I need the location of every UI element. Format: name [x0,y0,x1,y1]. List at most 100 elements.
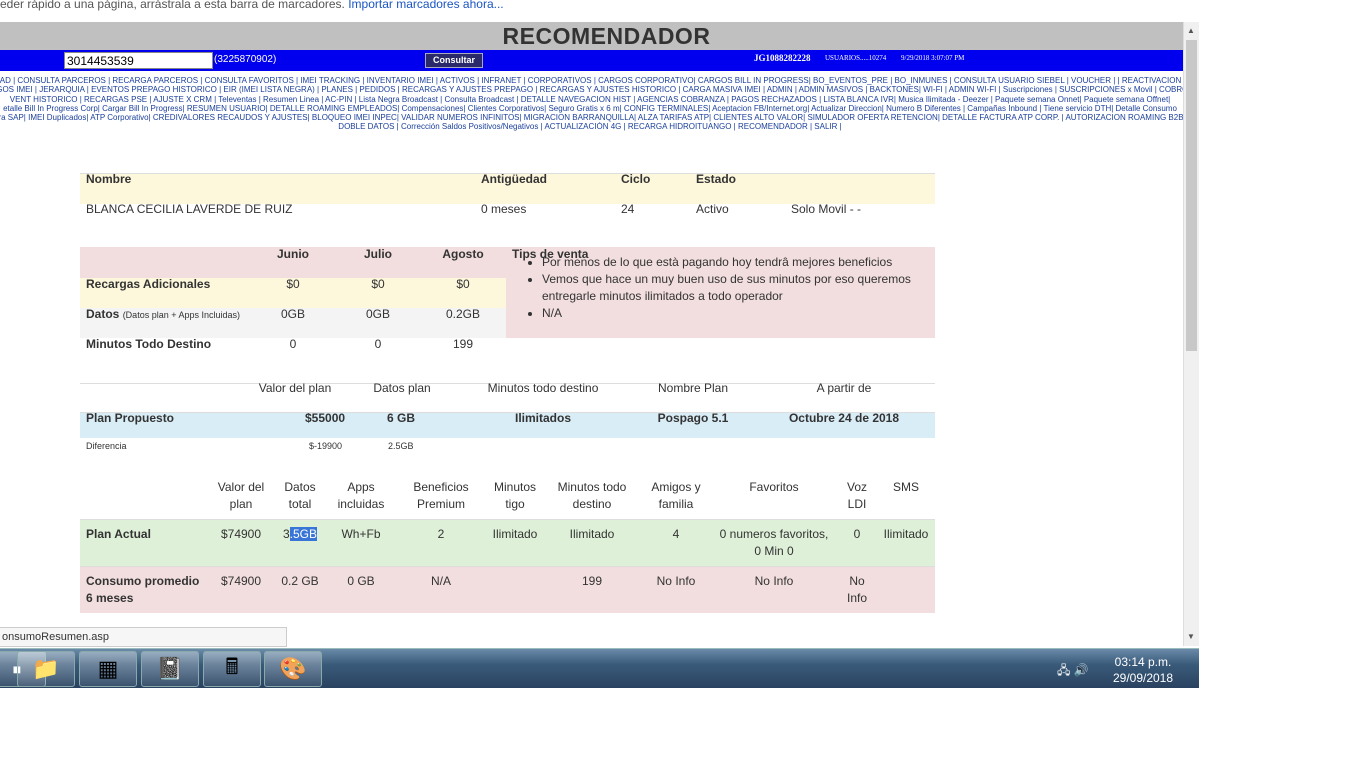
nav-link-row[interactable]: era SAP| IMEI Duplicados| ATP Corporativ… [0,113,1183,122]
difference-label: Diferencia [86,441,127,451]
datos-value: 0GB [365,307,390,321]
col-header-tigo-1: Minutos [493,480,537,494]
user-id: JG1088282228 [754,53,811,63]
col-header-plan-value: Valor del plan [258,381,332,395]
col-header-value: Valor del plan [212,479,270,513]
current-plan-value: $74900 [220,527,262,541]
system-clock[interactable]: 03:14 p.m. 29/09/2018 [1103,654,1183,686]
scroll-down-icon[interactable]: ▼ [1187,632,1195,641]
col-header-plan-name: Nombre Plan [657,381,729,395]
col-header-plan-minutes: Minutos todo destino [487,381,599,395]
nav-link-row[interactable]: etalle Bill In Progress Corp| Cargar Bil… [0,104,1183,113]
current-plan-all: Ilimitado [569,527,615,541]
current-plan-label: Plan Actual [86,527,151,541]
average-value: $74900 [220,574,262,588]
col-header-premium-1: Beneficios [413,480,469,494]
clock-time: 03:14 p.m. [1114,655,1172,669]
datos-value: 0GB [280,307,305,321]
consult-button[interactable]: Consultar [425,53,483,68]
current-plan-apps: Wh+Fb [341,527,381,541]
current-plan-family: 4 [672,527,680,541]
proposed-plan-data: 6 GB [387,411,416,425]
col-header-all: Minutos todo destino [551,479,633,513]
clock-date: 29/09/2018 [1112,671,1174,685]
col-header-sms: SMS [892,480,919,494]
alternate-phone: (3225870902) [214,54,277,65]
proposed-plan-label: Plan Propuesto [86,411,175,425]
datos-value: 0.2GB [445,307,481,321]
nav-link-row[interactable]: VENT HISTORICO | RECARGAS PSE | AJUSTE X… [0,95,1183,104]
customer-name: BLANCA CECILIA LAVERDE DE RUIZ [86,202,293,216]
col-header-family-2: familia [658,497,694,511]
network-icon[interactable]: 🖧 [1057,663,1070,677]
current-plan-ldi: 0 [853,527,861,541]
col-header-value-1: Valor del [217,480,265,494]
notes-button[interactable]: 📓 [141,651,199,687]
volume-icon[interactable]: 🔊 [1074,663,1089,677]
scroll-thumb[interactable] [1186,40,1197,351]
col-header-tigo: Minutos tigo [488,479,542,513]
recargas-value: $0 [371,277,385,291]
average-favorites: No Info [754,574,794,588]
user-count: USUARIOS.....10274 [825,54,887,62]
col-header-apps-2: incluidas [337,497,385,511]
minutos-value: 199 [452,337,474,351]
col-header-all-2: destino [572,497,612,511]
month-header: Agosto [442,247,484,261]
average-apps: 0 GB [347,574,375,588]
col-header-plan-data: Datos plan [373,381,431,395]
customer-status: Activo [696,202,729,216]
import-bookmarks-link[interactable]: Importar marcadores ahora... [348,0,503,11]
average-label-1: Consumo promedio [86,574,200,588]
usage-table: Junio Julio Agosto Tips de venta Recarga… [80,220,935,351]
current-plan-table: Valor del plan Datos total Apps incluidas B… [80,466,935,616]
datos-label: Datos (Datos plan + Apps Incluidas) [86,307,240,321]
minutos-label: Minutos Todo Destino [86,337,212,351]
month-header: Junio [277,247,309,261]
proposed-plan-from: Octubre 24 de 2018 [788,411,900,425]
session-datetime: 9/29/2018 3:07:07 PM [901,54,965,62]
vertical-scrollbar[interactable]: ▲ ▼ [1183,22,1199,646]
scroll-up-icon[interactable]: ▲ [1187,26,1195,35]
col-header-plan-from: A partir de [816,381,872,395]
customer-table: Nombre Antigüedad Ciclo Estado BLANCA CE… [80,146,935,216]
proposed-plan-value: $55000 [305,411,346,425]
col-header-premium: Beneficios Premium [406,479,476,513]
proposed-plan-minutes: Ilimitados [514,411,571,425]
col-header-data-1: Datos [284,480,316,494]
datos-sublabel: (Datos plan + Apps Incluidas) [122,310,241,320]
average-ldi-2: Info [846,591,867,605]
bookmark-hint: eder rápido a una página, arrástrala a e… [0,0,504,13]
nav-link-row[interactable]: IGOS IMEI | JERARQUIA | EVENTOS PREPAGO … [0,85,1183,94]
average-ldi-1: No [849,574,865,588]
col-header-data-2: total [288,497,312,511]
datos-label-text: Datos [86,307,120,321]
current-plan-premium: 2 [437,527,445,541]
current-plan-tigo: Ilimitado [492,527,538,541]
average-data: 0.2 GB [281,574,319,588]
col-header-status: Estado [696,172,737,186]
paint-button[interactable]: 🎨 [264,651,322,687]
nav-link-row[interactable]: DOBLE DATOS | Corrección Saldos Positivo… [0,122,1183,131]
proposed-plan-name: Pospago 5.1 [657,411,729,425]
average-premium: N/A [430,574,451,588]
status-url: onsumoResumen.asp [0,627,287,647]
col-header-antiquity: Antigüedad [481,172,547,186]
col-header-family: Amigos y familia [643,479,709,513]
calculator-button[interactable]: 🖩 [203,651,261,687]
average-all: 199 [581,574,603,588]
phone-input[interactable] [64,52,213,69]
col-header-data: Datos total [276,479,324,513]
col-header-value-2: plan [229,497,253,511]
tip-item: N/A [542,305,924,322]
file-explorer-button[interactable]: 📁 [17,651,75,687]
folder-icon: 📁 [32,656,60,681]
spreadsheet-button[interactable]: ▦ [79,651,137,687]
recargas-label: Recargas Adicionales [86,277,211,291]
col-header-ldi-1: Voz [846,480,867,494]
page-title: RECOMENDADOR [502,23,711,49]
current-plan-favorites: 0 numeros favoritos, 0 Min 0 [716,526,832,560]
customer-antiquity: 0 meses [481,202,527,216]
nav-link-row[interactable]: DAD | CONSULTA PARCEROS | RECARGA PARCER… [0,76,1183,85]
spreadsheet-icon: ▦ [97,656,119,681]
